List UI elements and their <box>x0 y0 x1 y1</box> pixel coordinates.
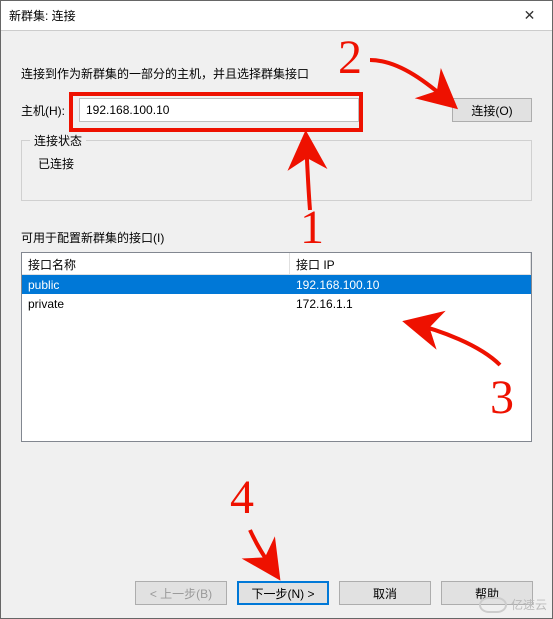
watermark-text: 亿速云 <box>511 596 547 613</box>
button-bar: < 上一步(B) 下一步(N) > 取消 帮助 <box>0 581 553 605</box>
next-button[interactable]: 下一步(N) > <box>237 581 329 605</box>
dialog-window: 新群集: 连接 ✕ 连接到作为新群集的一部分的主机，并且选择群集接口 主机(H)… <box>0 0 553 619</box>
connect-button[interactable]: 连接(O) <box>452 98 532 122</box>
host-row: 主机(H): 连接(O) <box>21 98 532 122</box>
titlebar: 新群集: 连接 ✕ <box>1 1 552 31</box>
watermark: 亿速云 <box>479 596 547 613</box>
cloud-icon <box>479 597 507 613</box>
grid-body: public 192.168.100.10 private 172.16.1.1 <box>22 275 531 313</box>
content: 连接到作为新群集的一部分的主机，并且选择群集接口 主机(H): 连接(O) 连接… <box>1 31 552 442</box>
cell-ip: 172.16.1.1 <box>290 296 531 312</box>
grid-header: 接口名称 接口 IP <box>22 253 531 275</box>
column-header-name[interactable]: 接口名称 <box>22 253 290 274</box>
column-header-ip[interactable]: 接口 IP <box>290 253 531 274</box>
table-row[interactable]: private 172.16.1.1 <box>22 294 531 313</box>
close-icon: ✕ <box>524 7 536 24</box>
cancel-button[interactable]: 取消 <box>339 581 431 605</box>
close-button[interactable]: ✕ <box>507 1 552 31</box>
cell-name: public <box>22 277 290 293</box>
window-title: 新群集: 连接 <box>1 7 76 24</box>
connection-status-text: 已连接 <box>34 151 519 172</box>
host-label: 主机(H): <box>21 102 73 119</box>
cell-name: private <box>22 296 290 312</box>
table-row[interactable]: public 192.168.100.10 <box>22 275 531 294</box>
interfaces-label: 可用于配置新群集的接口(I) <box>21 229 532 246</box>
instruction-text: 连接到作为新群集的一部分的主机，并且选择群集接口 <box>21 65 532 82</box>
cell-ip: 192.168.100.10 <box>290 277 531 293</box>
interfaces-grid[interactable]: 接口名称 接口 IP public 192.168.100.10 private… <box>21 252 532 442</box>
back-button: < 上一步(B) <box>135 581 227 605</box>
host-input[interactable] <box>79 98 359 122</box>
connection-status-legend: 连接状态 <box>30 132 86 149</box>
connection-status-group: 连接状态 已连接 <box>21 140 532 201</box>
